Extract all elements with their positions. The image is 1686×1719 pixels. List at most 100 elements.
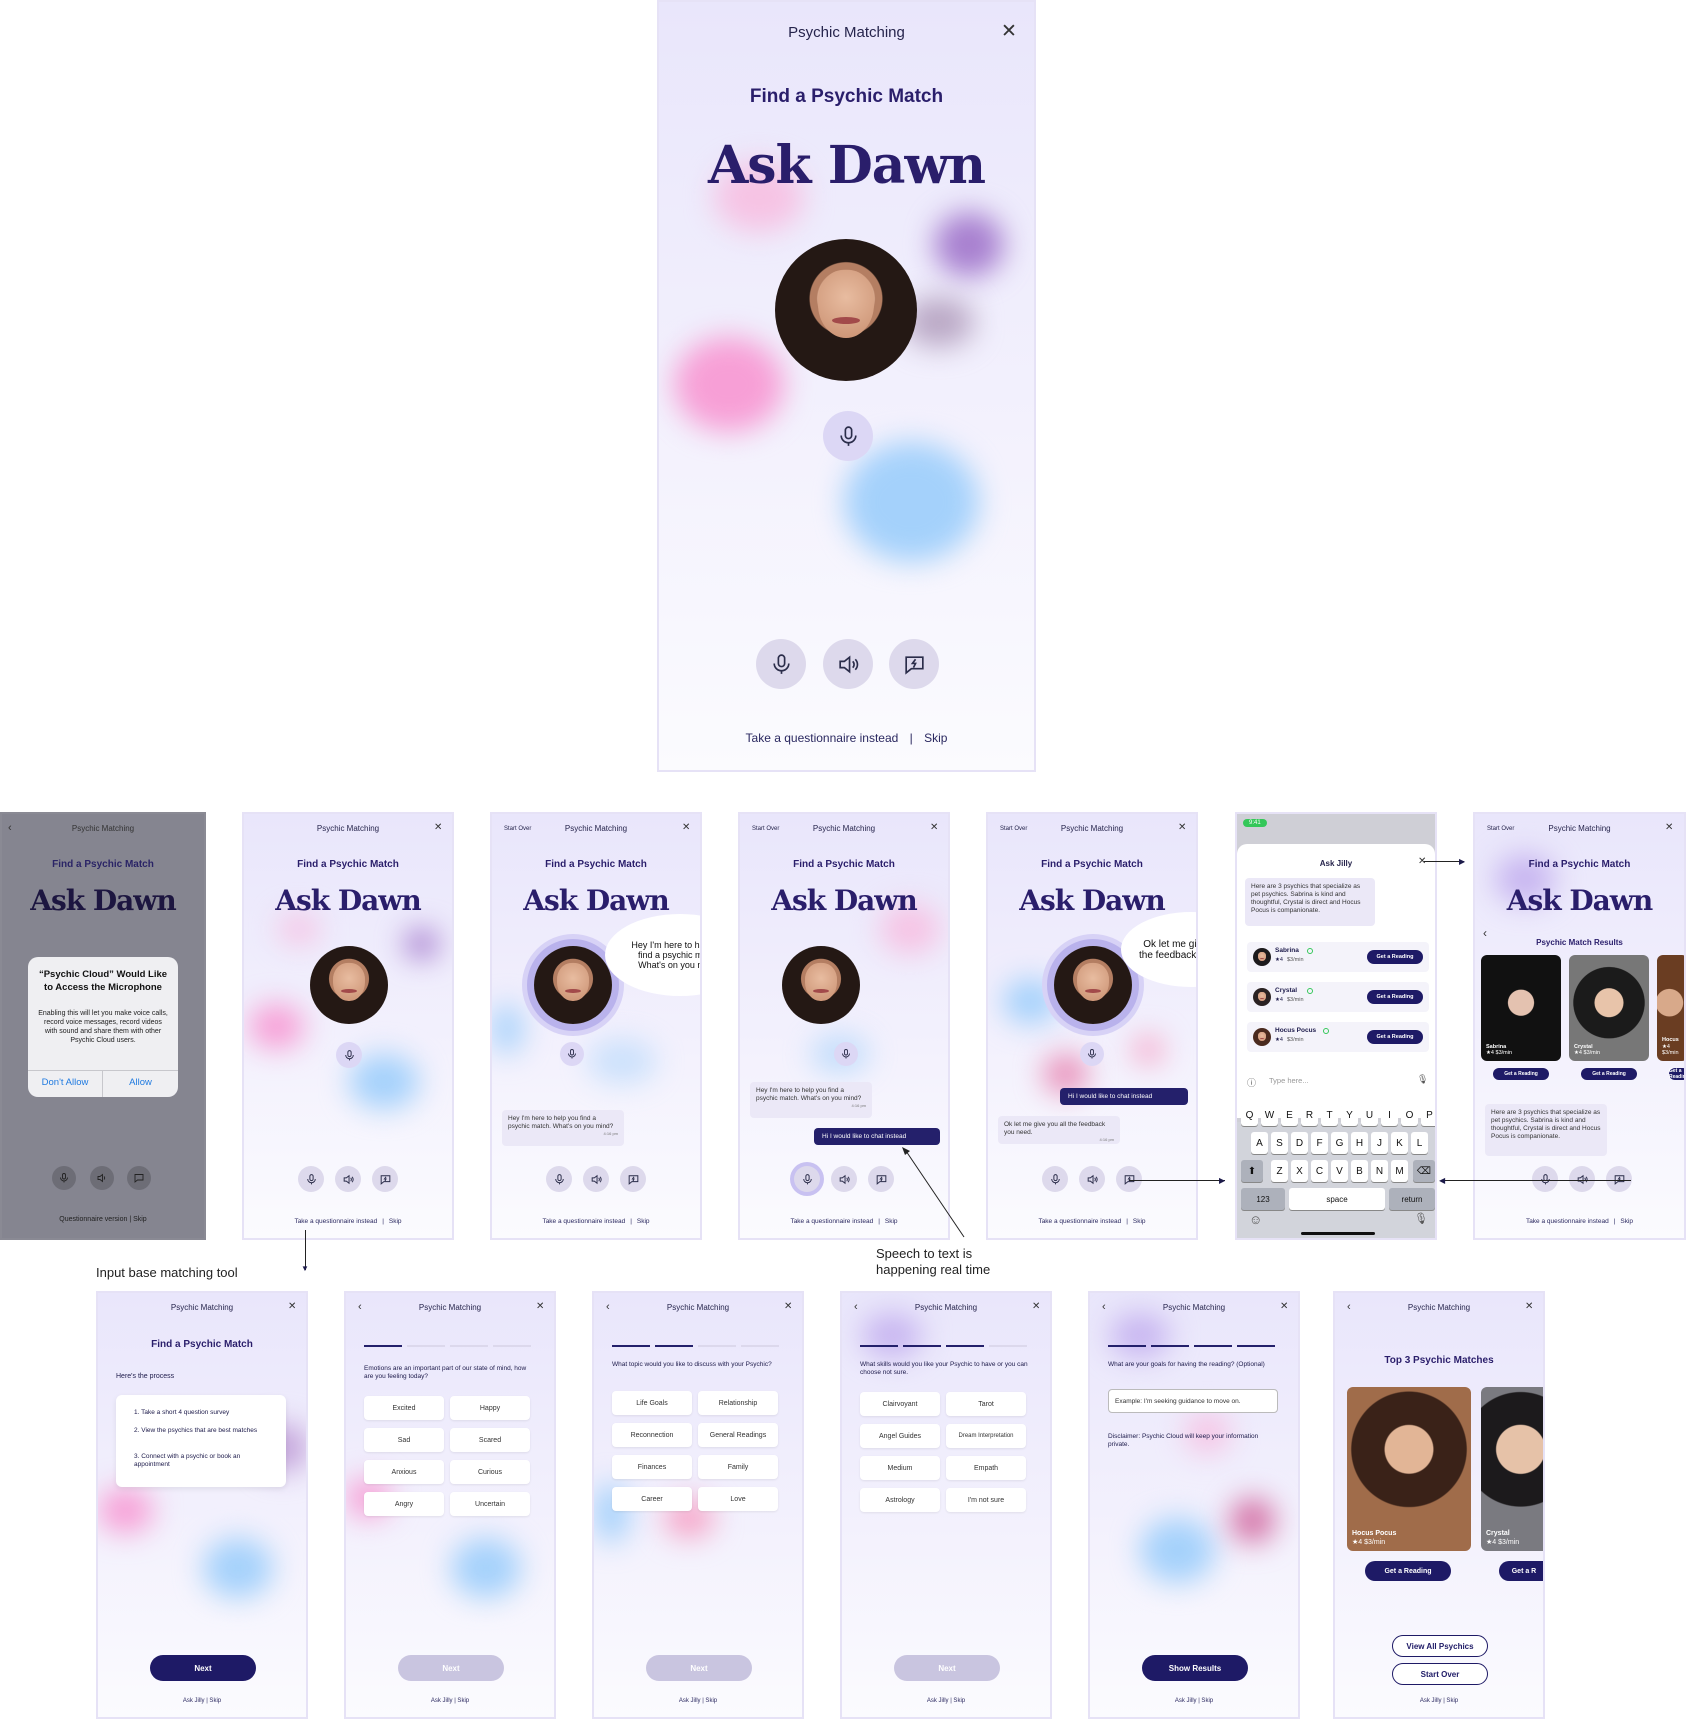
close-icon[interactable]: ✕: [1525, 1301, 1533, 1312]
keyboard-key[interactable]: H: [1351, 1132, 1368, 1154]
shift-key-icon[interactable]: ⬆: [1241, 1160, 1263, 1182]
mic-icon[interactable]: [756, 639, 806, 689]
chat-bolt-icon[interactable]: [127, 1166, 151, 1190]
keyboard-key[interactable]: M: [1391, 1160, 1408, 1182]
mic-icon[interactable]: [823, 411, 873, 461]
keyboard-key[interactable]: R: [1301, 1104, 1318, 1126]
allow-button[interactable]: Allow: [103, 1077, 178, 1088]
chat-bolt-icon[interactable]: [1116, 1166, 1142, 1192]
chat-bolt-icon[interactable]: [868, 1166, 894, 1192]
next-button[interactable]: Next: [150, 1655, 256, 1681]
space-key[interactable]: space: [1289, 1188, 1385, 1210]
option-chip[interactable]: Anxious: [364, 1460, 444, 1484]
close-icon[interactable]: ✕: [288, 1301, 296, 1312]
skip-link[interactable]: Skip: [885, 1218, 898, 1225]
mic-icon[interactable]: [298, 1166, 324, 1192]
get-reading-button[interactable]: Get a Reading: [1367, 1030, 1423, 1044]
speaker-icon[interactable]: [831, 1166, 857, 1192]
keyboard-key[interactable]: X: [1291, 1160, 1308, 1182]
start-over-button[interactable]: Start Over: [1392, 1663, 1488, 1685]
option-chip[interactable]: Angry: [364, 1492, 444, 1516]
option-chip[interactable]: Curious: [450, 1460, 530, 1484]
keyboard-key[interactable]: P: [1421, 1104, 1435, 1126]
keyboard-key[interactable]: Y: [1341, 1104, 1358, 1126]
dont-allow-button[interactable]: Don't Allow: [28, 1077, 102, 1088]
mic-icon[interactable]: [1080, 1042, 1104, 1066]
keyboard-key[interactable]: S: [1271, 1132, 1288, 1154]
mic-icon[interactable]: [1532, 1166, 1558, 1192]
backspace-key-icon[interactable]: ⌫: [1413, 1160, 1435, 1182]
speaker-icon[interactable]: [583, 1166, 609, 1192]
keyboard-key[interactable]: I: [1381, 1104, 1398, 1126]
psychic-card[interactable]: Hocus Pocus ★4 $3/min: [1347, 1387, 1471, 1551]
skip-link[interactable]: Skip: [637, 1218, 650, 1225]
chevron-left-icon[interactable]: ‹: [8, 822, 12, 834]
option-chip[interactable]: Astrology: [860, 1488, 940, 1512]
emoji-icon[interactable]: ☺: [1249, 1212, 1262, 1227]
option-chip[interactable]: Career: [612, 1487, 692, 1511]
keyboard-key[interactable]: K: [1391, 1132, 1408, 1154]
result-card[interactable]: Sabrina ★4 $3/min: [1481, 955, 1561, 1061]
info-icon[interactable]: ⓘ: [1247, 1076, 1256, 1089]
dictation-mic-icon[interactable]: 🎙: [1414, 1212, 1428, 1225]
next-button[interactable]: Next: [646, 1655, 752, 1681]
keyboard-key[interactable]: E: [1281, 1104, 1298, 1126]
close-icon[interactable]: ✕: [682, 822, 690, 833]
goals-input[interactable]: Example: I'm seeking guidance to move on…: [1108, 1389, 1278, 1413]
close-icon[interactable]: ✕: [536, 1301, 544, 1312]
skip-link[interactable]: Skip: [1620, 1218, 1633, 1225]
close-icon[interactable]: ✕: [1665, 822, 1673, 833]
speaker-icon[interactable]: [90, 1166, 114, 1190]
option-chip[interactable]: Tarot: [946, 1392, 1026, 1416]
psychic-card[interactable]: Crystal ★4 $3/min: [1481, 1387, 1543, 1551]
keyboard-key[interactable]: U: [1361, 1104, 1378, 1126]
keyboard-key[interactable]: W: [1261, 1104, 1278, 1126]
footer-links[interactable]: Ask Jilly | Skip: [594, 1698, 802, 1704]
chat-bolt-icon[interactable]: [372, 1166, 398, 1192]
keyboard-key[interactable]: T: [1321, 1104, 1338, 1126]
chat-bolt-icon[interactable]: [620, 1166, 646, 1192]
get-reading-button[interactable]: Get a Reading: [1367, 990, 1423, 1004]
keyboard-key[interactable]: F: [1311, 1132, 1328, 1154]
keyboard-key[interactable]: Z: [1271, 1160, 1288, 1182]
close-icon[interactable]: ✕: [1032, 1301, 1040, 1312]
keyboard-key[interactable]: O: [1401, 1104, 1418, 1126]
mic-icon[interactable]: [794, 1166, 820, 1192]
mic-icon[interactable]: [546, 1166, 572, 1192]
speaker-icon[interactable]: [335, 1166, 361, 1192]
skip-link[interactable]: Skip: [924, 731, 947, 745]
option-chip[interactable]: Sad: [364, 1428, 444, 1452]
option-chip[interactable]: Scared: [450, 1428, 530, 1452]
skip-link[interactable]: Skip: [1133, 1218, 1146, 1225]
option-chip[interactable]: Dream Interpretation: [946, 1424, 1026, 1448]
get-reading-button[interactable]: Get a Reading: [1581, 1068, 1637, 1080]
questionnaire-link[interactable]: Take a questionnaire instead: [294, 1218, 377, 1225]
close-icon[interactable]: ✕: [1178, 822, 1186, 833]
footer-links[interactable]: Ask Jilly | Skip: [1090, 1698, 1298, 1704]
mic-icon[interactable]: [52, 1166, 76, 1190]
result-card[interactable]: Hocus ★4 $3/min: [1657, 955, 1684, 1061]
option-chip[interactable]: Finances: [612, 1455, 692, 1479]
keyboard-key[interactable]: J: [1371, 1132, 1388, 1154]
return-key[interactable]: return: [1389, 1188, 1435, 1210]
get-reading-button[interactable]: Get a Reading: [1365, 1561, 1451, 1581]
option-chip[interactable]: Family: [698, 1455, 778, 1479]
keyboard-key[interactable]: A: [1251, 1132, 1268, 1154]
questionnaire-link[interactable]: Take a questionnaire instead: [1038, 1218, 1121, 1225]
footer-links[interactable]: Ask Jilly | Skip: [346, 1698, 554, 1704]
option-chip[interactable]: Life Goals: [612, 1391, 692, 1415]
questionnaire-link[interactable]: Take a questionnaire instead: [746, 731, 899, 745]
numbers-key[interactable]: 123: [1241, 1188, 1285, 1210]
option-chip[interactable]: Clairvoyant: [860, 1392, 940, 1416]
footer-links[interactable]: Ask Jilly | Skip: [98, 1698, 306, 1704]
option-chip[interactable]: Medium: [860, 1456, 940, 1480]
option-chip[interactable]: Uncertain: [450, 1492, 530, 1516]
skip-link[interactable]: Skip: [389, 1218, 402, 1225]
keyboard-key[interactable]: D: [1291, 1132, 1308, 1154]
option-chip[interactable]: Happy: [450, 1396, 530, 1420]
keyboard-key[interactable]: B: [1351, 1160, 1368, 1182]
questionnaire-link[interactable]: Take a questionnaire instead: [790, 1218, 873, 1225]
mic-icon[interactable]: [560, 1042, 584, 1066]
show-results-button[interactable]: Show Results: [1142, 1655, 1248, 1681]
footer-links[interactable]: Ask Jilly | Skip: [842, 1698, 1050, 1704]
